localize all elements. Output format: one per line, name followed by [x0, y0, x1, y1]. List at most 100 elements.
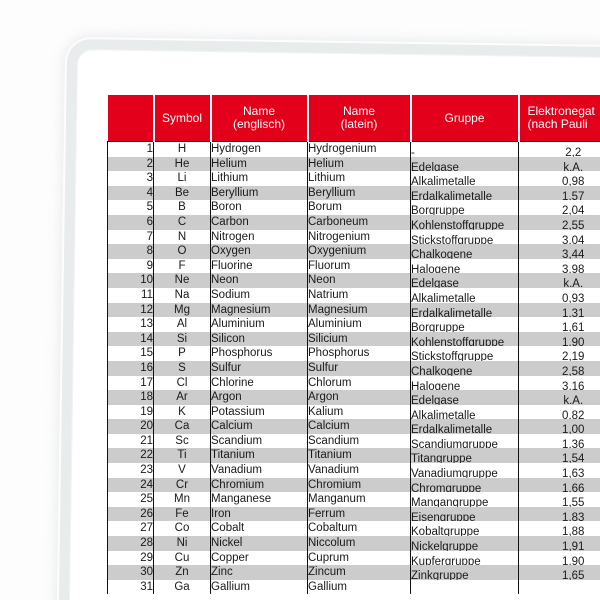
cell-electronegativity-text: 1,63	[562, 468, 585, 478]
cell-name-english: Gallium	[210, 579, 308, 595]
cell-group: Stickstoffgruppe	[410, 229, 519, 245]
cell-name-latin: Oxygenium	[307, 244, 411, 259]
cell-symbol: Ne	[153, 273, 211, 288]
cell-symbol: Ar	[153, 390, 211, 405]
cell-group: Eisengruppe	[410, 506, 519, 522]
cell-group: Alkalimetalle	[410, 171, 519, 186]
cell-electronegativity: 1,57	[518, 185, 600, 201]
cell-name-english: Nickel	[210, 536, 308, 551]
table-row: 2 He Helium Helium Edelgase k.A.	[107, 156, 600, 172]
table-row: 17 Cl Chlorine Chlorum Halogene 3,16	[107, 375, 600, 391]
cell-symbol: S	[153, 360, 211, 376]
cell-name-latin: Silicium	[307, 331, 411, 347]
cell-name-english: Chlorine	[210, 375, 308, 391]
cell-symbol: O	[153, 244, 211, 259]
cell-electronegativity: k.A.	[518, 273, 600, 288]
cell-symbol: Ti	[153, 448, 211, 464]
cell-name-english: Hydrogen	[210, 140, 308, 157]
cell-group: Halogene	[410, 258, 519, 274]
cell-group-text: Halogene	[411, 263, 461, 274]
cell-atomic-number: 11	[107, 287, 154, 303]
cell-name-latin: Fluorum	[307, 258, 411, 274]
cell-group: -	[410, 140, 519, 157]
table-header: Symbol Name (englisch) Name (latein) Gru…	[107, 95, 600, 142]
cell-name-latin: Chlorum	[307, 375, 411, 391]
table-row: 27 Co Cobalt Cobaltum Kobaltgruppe 1,88	[107, 521, 600, 537]
table-row: 26 Fe Iron Ferrum Eisengruppe 1,83	[107, 506, 600, 522]
cell-name-english: Cobalt	[210, 521, 308, 537]
cell-group-text: Kohlenstoffgruppe	[411, 336, 505, 347]
cell-electronegativity-text: 1,00	[562, 424, 585, 434]
cell-name-latin: Scandium	[307, 433, 411, 449]
cell-electronegativity-text: 1,36	[562, 438, 585, 449]
cell-symbol: Mn	[153, 492, 211, 507]
cell-electronegativity: k.A.	[518, 156, 600, 172]
cell-group-text: Erdalkalimetalle	[411, 307, 493, 318]
cell-electronegativity: 1,65	[518, 565, 600, 580]
table-row: 7 N Nitrogen Nitrogenium Stickstoffgruppe 3,0…	[107, 229, 600, 245]
cell-atomic-number: 22	[107, 448, 154, 464]
cell-group-text: Nickelgruppe	[411, 541, 479, 551]
cell-group: Borgruppe	[410, 200, 519, 215]
cell-atomic-number: 9	[107, 258, 154, 274]
cell-group-text: Kobaltgruppe	[411, 526, 480, 537]
cell-electronegativity-text: 2,04	[562, 205, 585, 215]
cell-group-text: Alkalimetalle	[411, 176, 476, 186]
cell-atomic-number: 20	[107, 419, 154, 434]
cell-group-text: Erdalkalimetalle	[411, 424, 493, 434]
table-row: 22 Ti Titanium Titanium Titangruppe 1,54	[107, 448, 600, 464]
table-row: 12 Mg Magnesium Magnesium Erdalkalimetalle 1,…	[107, 302, 600, 318]
cell-symbol: N	[153, 229, 211, 245]
cell-name-english: Lithium	[210, 171, 308, 186]
cell-symbol: Sc	[153, 433, 211, 449]
table-row: 10 Ne Neon Neon Edelgase k.A.	[107, 273, 600, 288]
cell-electronegativity-text: 1,88	[562, 526, 585, 537]
cell-electronegativity-text: 2,2	[565, 147, 582, 157]
cell-group: Edelgase	[410, 273, 519, 288]
cell-electronegativity: 1,61	[518, 317, 600, 332]
cell-group-text: Stickstoffgruppe	[411, 234, 494, 245]
cell-electronegativity-text: 1,90	[562, 555, 585, 566]
table-row: 11 Na Sodium Natrium Alkalimetalle 0,93	[107, 287, 600, 303]
cell-name-latin: Beryllium	[307, 185, 411, 201]
cell-atomic-number: 5	[107, 200, 154, 215]
cell-group: Kobaltgruppe	[410, 521, 519, 537]
cell-name-english: Zinc	[210, 565, 308, 580]
cell-electronegativity	[518, 579, 600, 595]
screenshot-root: Symbol Name (englisch) Name (latein) Gru…	[0, 0, 600, 600]
table-body: 1 H Hydrogen Hydrogenium -2,2 2 He Helium Helium…	[107, 140, 600, 595]
table-row: 25 Mn Manganese Manganum Mangangruppe 1,55	[107, 492, 600, 507]
cell-group-text: Titangruppe	[411, 453, 472, 464]
table-row: 14 Si Silicon Silicium Kohlenstoffgruppe 1,90	[107, 331, 600, 347]
cell-name-english: Argon	[210, 390, 308, 405]
cell-group-text: Halogene	[411, 380, 461, 391]
cell-name-latin: Aluminium	[307, 317, 411, 332]
cell-electronegativity-text: 2,55	[562, 219, 585, 230]
cell-name-english: Nitrogen	[210, 229, 308, 245]
cell-electronegativity-text: 3,98	[562, 263, 585, 274]
cell-name-english: Boron	[210, 200, 308, 215]
cell-name-latin: Ferrum	[307, 506, 411, 522]
cell-symbol: Li	[153, 171, 211, 186]
cell-group: Edelgase	[410, 156, 519, 172]
cell-name-english: Carbon	[210, 214, 308, 230]
cell-atomic-number: 23	[107, 463, 154, 478]
cell-group: Zinkgruppe	[410, 565, 519, 580]
cell-electronegativity-text: 0,82	[562, 409, 585, 420]
cell-group: Kupfergruppe	[410, 550, 519, 566]
cell-electronegativity: 1,90	[518, 331, 600, 347]
cell-electronegativity: 1,91	[518, 536, 600, 551]
cell-group-text: Mangangruppe	[411, 497, 489, 507]
cell-symbol: Na	[153, 287, 211, 303]
cell-electronegativity: 1,88	[518, 521, 600, 537]
column-header-number	[107, 95, 155, 142]
cell-atomic-number: 15	[107, 346, 154, 361]
cell-name-english: Copper	[210, 550, 308, 566]
cell-electronegativity-text: 1,90	[562, 336, 585, 347]
cell-atomic-number: 7	[107, 229, 154, 245]
cell-electronegativity: 1,00	[518, 419, 600, 434]
cell-atomic-number: 17	[107, 375, 154, 391]
cell-atomic-number: 1	[107, 140, 154, 157]
cell-name-latin: Argon	[307, 390, 411, 405]
cell-atomic-number: 31	[107, 579, 154, 595]
